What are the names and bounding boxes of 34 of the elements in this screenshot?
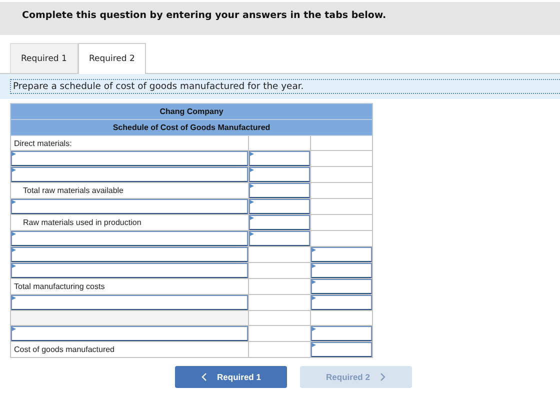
previous-button[interactable]: Required 1 (175, 366, 287, 388)
input-field[interactable] (11, 247, 248, 262)
input-field[interactable] (11, 326, 248, 341)
input-field[interactable] (11, 231, 248, 246)
input-field[interactable] (11, 199, 248, 214)
tab[interactable]: Required 1 (10, 43, 78, 73)
input-field[interactable] (249, 199, 310, 214)
input-field[interactable] (249, 151, 310, 166)
chevron-right-icon (380, 373, 386, 381)
row-label: Total manufacturing costs (13, 282, 105, 291)
input-field[interactable] (249, 231, 310, 246)
tab[interactable]: Required 2 (78, 43, 146, 74)
input-field[interactable] (11, 263, 248, 278)
input-field[interactable] (249, 215, 310, 230)
input-field[interactable] (311, 263, 372, 278)
chevron-left-icon (201, 373, 208, 381)
input-field[interactable] (311, 326, 372, 341)
row-label: Cost of goods manufactured (13, 345, 115, 354)
question-prompt: Prepare a schedule of cost of goods manufactured for the year. (10, 79, 560, 94)
input-field[interactable] (311, 247, 372, 262)
input-field[interactable] (249, 183, 310, 198)
schedule-title: Schedule of Cost of Goods Manufactured (10, 120, 373, 136)
company-name: Chang Company (10, 104, 373, 120)
input-field[interactable] (249, 167, 310, 182)
input-field[interactable] (11, 167, 248, 182)
row-label: Raw materials used in production (22, 218, 142, 227)
row-label: Total raw materials available (22, 186, 124, 195)
input-field[interactable] (311, 295, 372, 310)
input-field[interactable] (311, 279, 372, 294)
input-field[interactable] (311, 342, 372, 357)
row-label: Direct materials: (13, 138, 72, 148)
instructions-heading: Complete this question by entering your answers in the tabs below. (22, 10, 386, 21)
input-field[interactable] (11, 151, 248, 166)
input-field[interactable] (11, 295, 248, 310)
